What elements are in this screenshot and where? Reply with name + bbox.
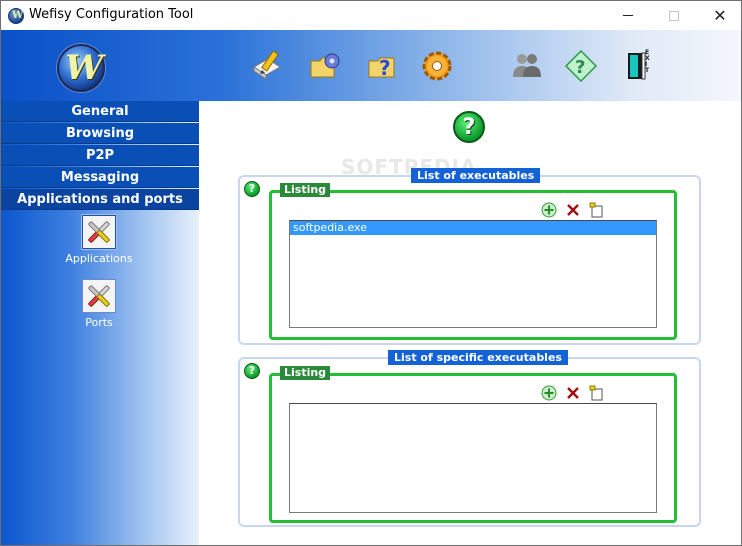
wefisy-logo: W — [57, 44, 105, 92]
listing-box: Listing — [269, 366, 677, 523]
help-icon[interactable]: ? — [244, 363, 260, 379]
listing-label: Listing — [280, 183, 331, 197]
specific-executables-listbox[interactable] — [289, 403, 657, 513]
window-title: Wefisy Configuration Tool — [29, 7, 194, 22]
list-toolbar — [540, 384, 606, 402]
nav-item-browsing[interactable]: Browsing — [1, 123, 199, 144]
gear-icon — [422, 51, 452, 81]
add-item-button[interactable] — [540, 201, 558, 219]
exit-button[interactable]: EXIT — [619, 48, 655, 84]
users-button[interactable] — [509, 48, 545, 84]
tools-icon — [82, 215, 116, 249]
nav-item-p2p[interactable]: P2P — [1, 145, 199, 166]
list-item[interactable]: softpedia.exe — [290, 221, 656, 235]
tile-label-ports: Ports — [85, 316, 113, 329]
options-button[interactable] — [419, 48, 455, 84]
help-icon[interactable]: ? — [453, 111, 485, 143]
app-icon: W — [8, 8, 24, 24]
new-page-icon — [589, 385, 603, 401]
group-title: List of specific executables — [388, 350, 568, 365]
new-page-icon — [589, 202, 603, 218]
nav-tile-applications[interactable]: Applications — [63, 215, 135, 265]
maximize-icon — [669, 10, 679, 21]
nav-tile-ports[interactable]: Ports — [63, 279, 135, 329]
minimize-button[interactable] — [605, 1, 651, 30]
delete-x-icon — [567, 204, 579, 216]
tools-icon — [82, 279, 116, 313]
folder-question-icon: ? — [368, 56, 395, 80]
new-item-button[interactable] — [588, 384, 606, 402]
main-window: W Wefisy Configuration Tool ✕ W ? ? EXIT… — [0, 0, 742, 546]
folder-gear-icon — [310, 53, 340, 78]
add-item-button[interactable] — [540, 384, 558, 402]
listing-label: Listing — [280, 366, 331, 380]
nav-item-messaging[interactable]: Messaging — [1, 167, 199, 188]
nav-item-applications-and-ports[interactable]: Applications and ports — [1, 189, 199, 210]
title-bar: W Wefisy Configuration Tool ✕ — [1, 1, 741, 30]
group-list-of-specific-executables: List of specific executables ? Listing — [238, 350, 701, 527]
edit-settings-button[interactable] — [249, 48, 285, 84]
plus-icon — [541, 202, 557, 218]
pencil-page-icon — [253, 50, 281, 80]
plus-icon — [541, 385, 557, 401]
nav-item-general[interactable]: General — [1, 101, 199, 122]
delete-item-button[interactable] — [564, 384, 582, 402]
maximize-button — [651, 1, 697, 30]
folder-help-button[interactable]: ? — [365, 48, 401, 84]
help-diamond-icon: ? — [564, 49, 598, 83]
delete-x-icon — [567, 387, 579, 399]
help-icon[interactable]: ? — [244, 181, 260, 197]
help-button[interactable]: ? — [563, 48, 599, 84]
exit-label: EXIT — [645, 49, 650, 74]
close-icon: ✕ — [713, 5, 727, 25]
delete-item-button[interactable] — [564, 201, 582, 219]
executables-listbox[interactable]: softpedia.exe — [289, 220, 657, 328]
group-title: List of executables — [411, 168, 541, 183]
close-button[interactable]: ✕ — [697, 1, 741, 30]
folder-settings-button[interactable] — [307, 48, 343, 84]
users-icon — [513, 54, 541, 77]
minimize-icon — [623, 15, 633, 16]
tile-label-applications: Applications — [65, 252, 133, 265]
svg-text:?: ? — [379, 56, 391, 80]
left-nav: General Browsing P2P Messaging Applicati… — [1, 101, 199, 545]
new-item-button[interactable] — [588, 201, 606, 219]
banner: W ? ? EXIT — [1, 30, 741, 101]
list-toolbar — [540, 201, 606, 219]
svg-text:?: ? — [575, 57, 585, 78]
group-list-of-executables: List of executables ? Listing softpedia.… — [238, 168, 701, 345]
listing-box: Listing — [269, 183, 677, 340]
content-panel: ? SOFTPEDIA List of executables ? Listin… — [199, 101, 741, 545]
